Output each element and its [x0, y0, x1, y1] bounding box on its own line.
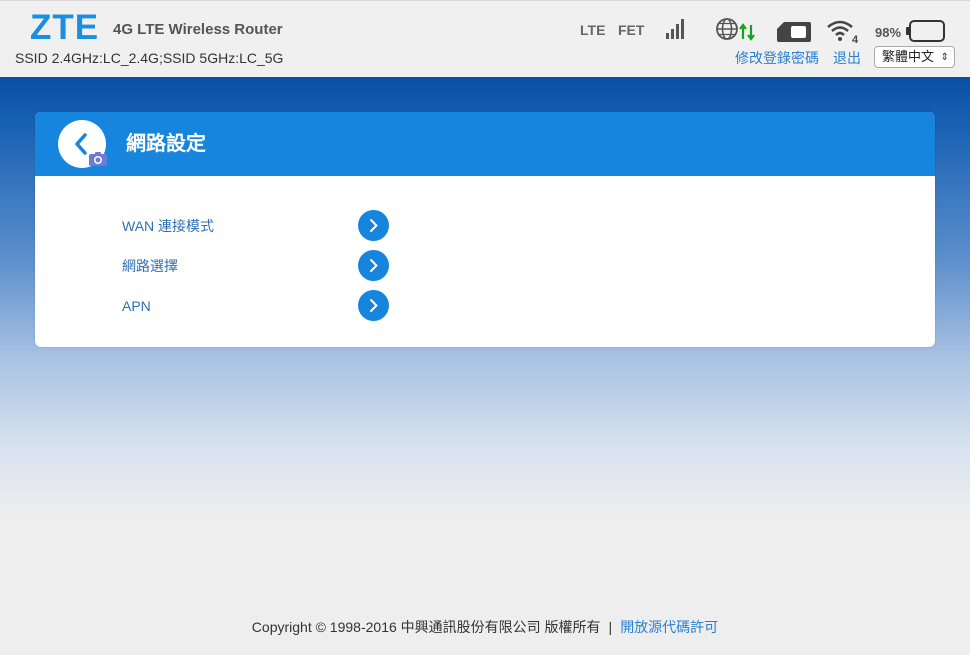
- logout-link[interactable]: 退出: [833, 48, 861, 68]
- footer: Copyright © 1998-2016 中興通訊股份有限公司 版權所有 | 開放…: [0, 618, 970, 636]
- network-settings-panel: 網路設定 WAN 連接模式 網路選擇 APN: [35, 112, 935, 347]
- zte-logo: ZTE: [30, 8, 100, 47]
- signal-strength-icon: [666, 19, 684, 39]
- select-arrows-icon: ⇕: [940, 52, 949, 63]
- product-name: 4G LTE Wireless Router: [113, 21, 283, 38]
- sim-card-icon: [777, 22, 811, 42]
- language-select[interactable]: 繁體中文 ⇕: [874, 46, 955, 68]
- menu-item-network-selection[interactable]: 網路選擇: [35, 250, 935, 282]
- internet-connected-icon: [716, 18, 755, 41]
- ssid-info: SSID 2.4GHz:LC_2.4G;SSID 5GHz:LC_5G: [15, 50, 284, 66]
- menu-item-label[interactable]: 網路選擇: [122, 257, 178, 275]
- menu-item-arrow-button[interactable]: [358, 290, 389, 321]
- menu-item-arrow-button[interactable]: [358, 250, 389, 281]
- menu-item-arrow-button[interactable]: [358, 210, 389, 241]
- chevron-right-icon: [370, 219, 378, 232]
- chevron-right-icon: [370, 259, 378, 272]
- battery-icon: [906, 20, 945, 42]
- battery-percent: 98%: [875, 25, 902, 40]
- footer-separator: |: [608, 619, 613, 635]
- page-title: 網路設定: [126, 133, 206, 155]
- chevron-right-icon: [370, 299, 378, 312]
- menu-item-wan-mode[interactable]: WAN 連接模式: [35, 210, 935, 242]
- network-type-label: LTE: [580, 22, 606, 38]
- menu-item-label[interactable]: APN: [122, 297, 151, 315]
- operator-label: FET: [618, 22, 645, 38]
- menu-item-apn[interactable]: APN: [35, 290, 935, 322]
- wifi-icon: 4: [827, 20, 859, 44]
- wifi-client-count: 4: [852, 34, 859, 44]
- copyright-text: Copyright © 1998-2016 中興通訊股份有限公司 版權所有: [251, 619, 601, 635]
- open-source-license-link[interactable]: 開放源代碼許可: [620, 619, 718, 635]
- menu-item-label[interactable]: WAN 連接模式: [122, 217, 214, 235]
- camera-icon: [89, 152, 107, 166]
- language-select-value: 繁體中文: [882, 49, 935, 64]
- top-header: ZTE 4G LTE Wireless Router SSID 2.4GHz:L…: [0, 0, 970, 77]
- panel-header: 網路設定: [35, 112, 935, 176]
- change-password-link[interactable]: 修改登錄密碼: [735, 48, 819, 68]
